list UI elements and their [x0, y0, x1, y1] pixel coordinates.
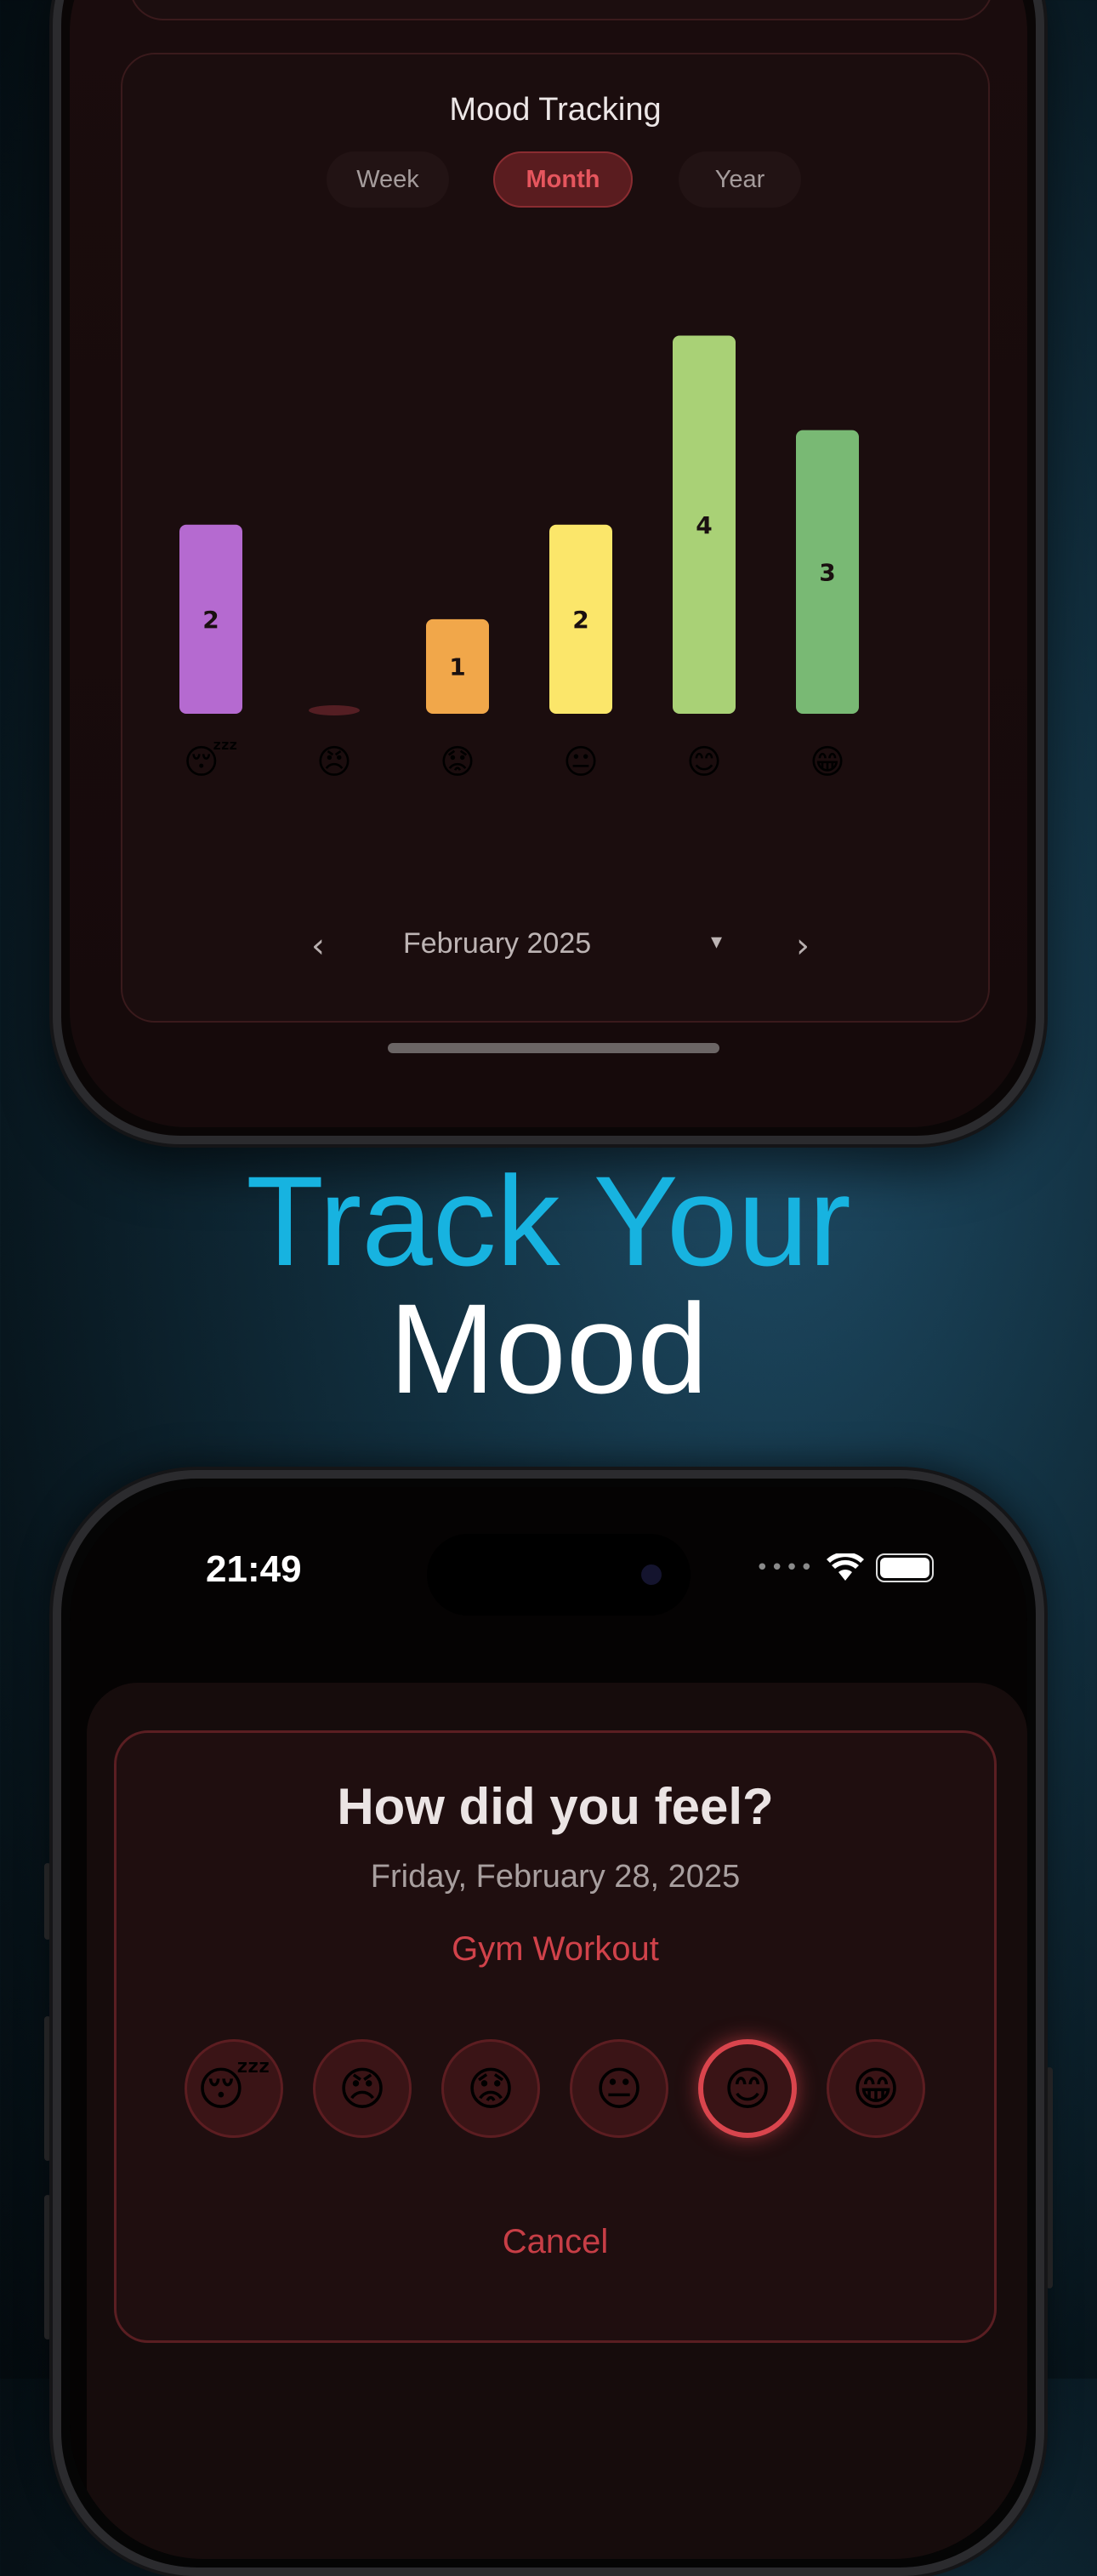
tab-month[interactable]: Month — [493, 151, 633, 208]
tab-year[interactable]: Year — [679, 151, 801, 208]
chart-bar-value: 1 — [449, 653, 465, 681]
cellular-signal-icon: •••• — [755, 1555, 815, 1581]
dynamic-island — [427, 1534, 691, 1616]
bottom-phone-frame: 21:49 •••• How did you feel? Friday, Feb… — [53, 1470, 1044, 2576]
worried-face-icon: 😟 — [466, 2061, 515, 2116]
chart-bar-empty — [309, 705, 360, 715]
wifi-icon — [827, 1553, 864, 1581]
side-button-left-2 — [44, 2016, 51, 2161]
side-button-left-1 — [44, 1863, 51, 1940]
neutral-face-icon: 😐 — [594, 2061, 644, 2116]
mood-bar-chart: 2 😴 😠 1 😟 2 😐 4 😊 3 😁 — [179, 335, 859, 782]
side-button-right — [1046, 2067, 1053, 2288]
chevron-left-icon[interactable]: ‹ — [293, 920, 344, 972]
side-button-left-3 — [44, 2195, 51, 2339]
chart-bar-value: 3 — [819, 558, 835, 586]
tab-week[interactable]: Week — [327, 151, 449, 208]
marketing-headline: Track Your Mood — [0, 1157, 1097, 1412]
sleepy-face-icon: 😴 — [196, 2061, 271, 2116]
grinning-face-icon: 😁 — [851, 2061, 901, 2116]
cancel-button[interactable]: Cancel — [117, 2223, 994, 2261]
top-phone-screen: Mood Tracking Week Month Year 2 😴 😠 1 😟 2 😐 4 😊 3… — [70, 0, 1027, 1127]
mood-option-grinning-face[interactable]: 😁 — [827, 2039, 925, 2138]
chart-category-emoji: 😁 — [810, 743, 845, 782]
dialog-title: How did you feel? — [337, 1778, 774, 1835]
bottom-phone-screen: 21:49 •••• How did you feel? Friday, Feb… — [70, 1487, 1027, 2559]
smiling-face-icon: 😊 — [723, 2061, 772, 2116]
mood-options: 😴 😠 😟 😐 😊 😁 — [185, 2039, 933, 2141]
month-navigation: ‹ February 2025 ▾ › — [122, 920, 988, 972]
angry-face-icon: 😠 — [338, 2061, 387, 2116]
battery-icon — [876, 1553, 934, 1582]
mood-entry-dialog: How did you feel? Friday, February 28, 2… — [114, 1730, 997, 2343]
chart-category-emoji: 😴 — [184, 741, 238, 782]
mood-option-angry-face[interactable]: 😠 — [313, 2039, 412, 2138]
mood-option-worried-face[interactable]: 😟 — [441, 2039, 540, 2138]
chart-bar-value: 2 — [202, 606, 219, 634]
headline-line-1: Track Your — [246, 1149, 851, 1292]
dialog-date: Friday, February 28, 2025 — [370, 1859, 741, 1895]
caret-down-icon[interactable]: ▾ — [711, 929, 722, 955]
month-selector[interactable]: February 2025 — [403, 927, 591, 960]
chart-category-emoji: 😠 — [316, 743, 352, 782]
chevron-right-icon[interactable]: › — [777, 920, 828, 972]
chart-category-emoji: 😟 — [440, 743, 475, 782]
mood-tracking-title: Mood Tracking — [449, 92, 662, 128]
top-phone-frame: Mood Tracking Week Month Year 2 😴 😠 1 😟 2 😐 4 😊 3… — [53, 0, 1044, 1144]
camera-icon — [641, 1564, 662, 1585]
headline-line-2: Mood — [389, 1277, 708, 1420]
chart-category-emoji: 😊 — [686, 743, 722, 782]
status-icons: •••• — [756, 1553, 934, 1582]
mood-option-smiling-face[interactable]: 😊 — [698, 2039, 797, 2138]
dialog-event: Gym Workout — [452, 1930, 659, 1968]
mood-option-sleepy-face[interactable]: 😴 — [185, 2039, 283, 2138]
mood-tracking-card: Mood Tracking Week Month Year 2 😴 😠 1 😟 2 😐 4 😊 3… — [121, 53, 990, 1023]
mood-option-neutral-face[interactable]: 😐 — [570, 2039, 668, 2138]
home-indicator — [388, 1043, 719, 1053]
chart-bar-value: 2 — [572, 606, 588, 634]
previous-card — [129, 0, 993, 20]
chart-bar-value: 4 — [696, 511, 712, 539]
status-time: 21:49 — [206, 1548, 302, 1590]
chart-category-emoji: 😐 — [563, 743, 599, 782]
